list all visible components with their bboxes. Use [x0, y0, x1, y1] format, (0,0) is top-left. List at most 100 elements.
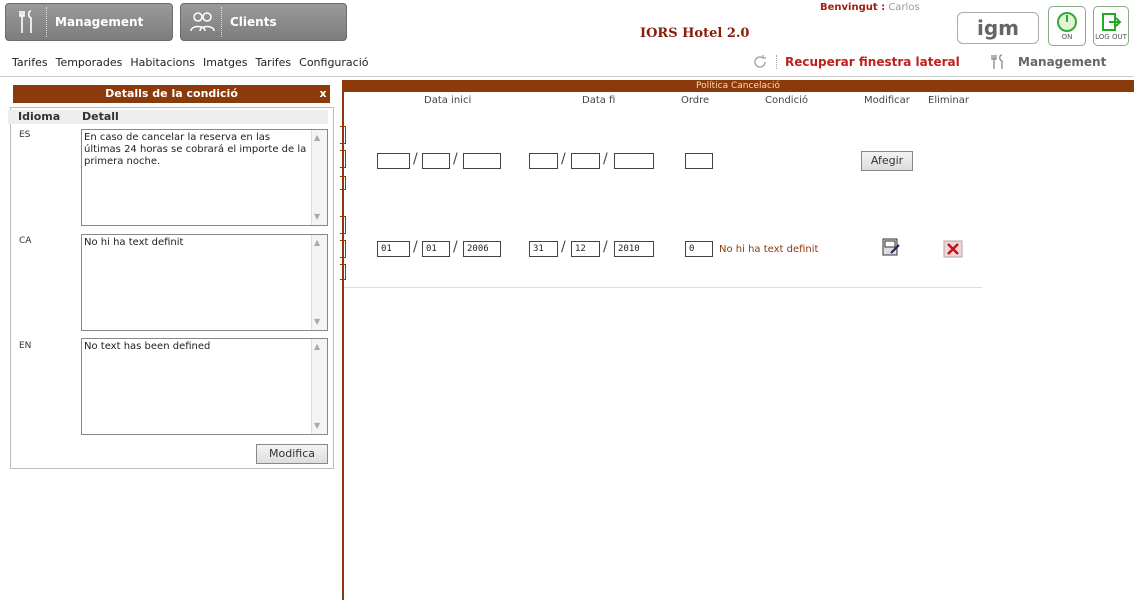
tab-clients[interactable]: Clients [180, 3, 347, 41]
detail-textarea-ca[interactable]: No hi ha text definit ▲ ▼ [81, 234, 328, 331]
scrollbar[interactable]: ▲ ▼ [311, 130, 327, 225]
logout-icon [1102, 13, 1122, 31]
slash-separator: / [561, 151, 566, 167]
panel-title: Detalls de la condició [13, 85, 330, 103]
table-header: Idioma Detall [8, 110, 328, 124]
igm-logo-text: igm [976, 16, 1019, 40]
section-header: Política Cancelació [342, 80, 1134, 92]
scroll-down-icon[interactable]: ▼ [314, 211, 320, 223]
column-header-condition: Condició [765, 95, 808, 106]
slash-separator: / [453, 239, 458, 255]
main-menu: Tarifes Temporades Habitacions Imatges T… [12, 56, 369, 69]
separator [776, 55, 777, 69]
menu-item-configuracio[interactable]: Configuració [299, 56, 368, 69]
detail-text-es: En caso de cancelar la reserva en las úl… [84, 132, 307, 167]
column-header-language: Idioma [18, 110, 61, 123]
column-header-start-date: Data inici [424, 95, 472, 106]
igm-logo: igm [957, 12, 1039, 44]
panel-edge-tab [340, 216, 346, 234]
edit-button[interactable] [880, 236, 902, 258]
start-month-input[interactable]: 01 [422, 241, 450, 257]
users-icon [189, 7, 222, 37]
recover-panel-link[interactable]: Recuperar finestra lateral [752, 54, 960, 70]
logout-label: LOG OUT [1095, 33, 1127, 41]
new-start-day-input[interactable] [377, 153, 410, 169]
slash-separator: / [413, 151, 418, 167]
scroll-up-icon[interactable]: ▲ [314, 237, 320, 249]
slash-separator: / [603, 239, 608, 255]
scroll-up-icon[interactable]: ▲ [314, 132, 320, 144]
scroll-down-icon[interactable]: ▼ [314, 420, 320, 432]
top-bar: Management Clients IORS Hotel 2.0 Benvin… [0, 0, 1134, 50]
power-on-button[interactable]: ON [1048, 6, 1086, 46]
column-header-delete: Eliminar [928, 95, 969, 106]
app-title: IORS Hotel 2.0 [640, 26, 750, 41]
new-start-month-input[interactable] [422, 153, 450, 169]
column-header-end-date: Data fi [582, 95, 616, 106]
management-link[interactable]: Management [990, 54, 1106, 70]
column-header-modify: Modificar [864, 95, 910, 106]
row-divider [342, 287, 982, 288]
new-order-input[interactable] [685, 153, 713, 169]
recover-panel-label: Recuperar finestra lateral [785, 55, 960, 69]
slash-separator: / [603, 151, 608, 167]
start-year-input[interactable]: 2006 [463, 241, 501, 257]
menu-item-tarifes[interactable]: Tarifes [12, 56, 48, 69]
welcome-user: Carlos [888, 2, 920, 13]
start-day-input[interactable]: 01 [377, 241, 410, 257]
panel-edge-tab [340, 240, 346, 258]
panel-edge-tab [340, 150, 346, 168]
detail-textarea-en[interactable]: No text has been defined ▲ ▼ [81, 338, 328, 435]
on-label: ON [1061, 33, 1073, 41]
menu-bar: Tarifes Temporades Habitacions Imatges T… [0, 50, 1134, 77]
menu-item-tarifes-2[interactable]: Tarifes [256, 56, 292, 69]
end-month-input[interactable]: 12 [571, 241, 600, 257]
detail-text-en: No text has been defined [84, 341, 211, 352]
column-header-detail: Detall [82, 110, 119, 123]
tab-management[interactable]: Management [5, 3, 173, 41]
menu-item-temporades[interactable]: Temporades [56, 56, 123, 69]
order-input[interactable]: 0 [685, 241, 713, 257]
language-es: ES [19, 130, 31, 140]
new-start-year-input[interactable] [463, 153, 501, 169]
tab-management-label: Management [55, 15, 144, 29]
close-icon[interactable]: x [316, 87, 330, 101]
column-header-order: Ordre [681, 95, 710, 106]
welcome-label: Benvingut : [820, 2, 886, 13]
condition-details-panel: Detalls de la condició x Idioma Detall E… [0, 80, 346, 600]
new-end-month-input[interactable] [571, 153, 600, 169]
modify-button[interactable]: Modifica [256, 444, 328, 464]
new-end-year-input[interactable] [614, 153, 654, 169]
management-link-label: Management [1018, 55, 1107, 69]
panel-edge-tab [340, 264, 346, 280]
scrollbar[interactable]: ▲ ▼ [311, 235, 327, 330]
add-button[interactable]: Afegir [861, 151, 913, 171]
detail-text-ca: No hi ha text definit [84, 237, 184, 248]
scrollbar[interactable]: ▲ ▼ [311, 339, 327, 434]
panel-divider [10, 468, 332, 469]
tab-clients-label: Clients [230, 15, 277, 29]
panel-edge-tab [340, 176, 346, 190]
delete-button[interactable] [942, 238, 964, 260]
panel-edge-tab [340, 126, 346, 144]
slash-separator: / [413, 239, 418, 255]
power-icon [1057, 12, 1077, 32]
welcome-message: Benvingut : Carlos [820, 2, 920, 13]
scroll-down-icon[interactable]: ▼ [314, 316, 320, 328]
menu-item-imatges[interactable]: Imatges [203, 56, 248, 69]
condition-text[interactable]: No hi ha text definit [719, 244, 818, 255]
end-year-input[interactable]: 2010 [614, 241, 654, 257]
slash-separator: / [453, 151, 458, 167]
new-end-day-input[interactable] [529, 153, 558, 169]
scroll-up-icon[interactable]: ▲ [314, 341, 320, 353]
language-en: EN [19, 341, 32, 351]
edit-icon [882, 238, 900, 256]
end-day-input[interactable]: 31 [529, 241, 558, 257]
logout-button[interactable]: LOG OUT [1093, 6, 1129, 46]
refresh-icon [754, 55, 766, 68]
menu-item-habitacions[interactable]: Habitacions [130, 56, 195, 69]
tools-icon [991, 54, 1003, 69]
detail-textarea-es[interactable]: En caso de cancelar la reserva en las úl… [81, 129, 328, 226]
slash-separator: / [561, 239, 566, 255]
delete-icon [943, 240, 963, 258]
